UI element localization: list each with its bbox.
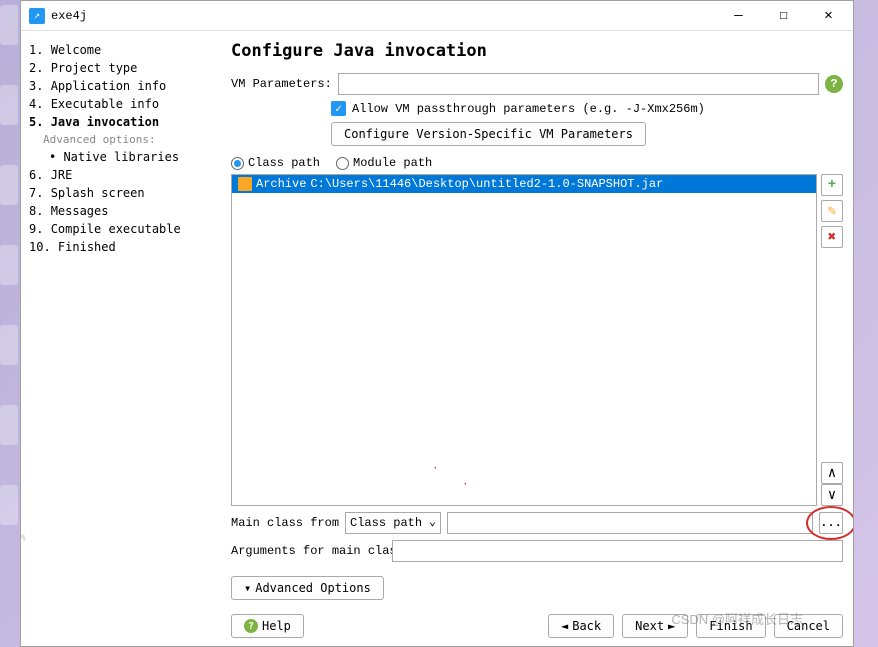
step-finished[interactable]: 10. Finished [29, 238, 213, 256]
classpath-entry[interactable]: Archive C:\Users\11446\Desktop\untitled2… [232, 175, 816, 193]
advanced-options-label: Advanced options: [29, 131, 213, 148]
finish-button[interactable]: Finish [696, 614, 765, 638]
passthrough-label[interactable]: Allow VM passthrough parameters (e.g. -J… [352, 102, 705, 116]
add-button[interactable]: + [821, 174, 843, 196]
desktop-icon [0, 405, 18, 445]
app-window: ↗ exe4j — ☐ ✕ 1. Welcome 2. Project type… [20, 0, 854, 647]
back-button[interactable]: ◄ Back [548, 614, 614, 638]
chevron-down-icon: ▾ [244, 581, 251, 595]
help-button[interactable]: ? Help [231, 614, 304, 638]
step-welcome[interactable]: 1. Welcome [29, 41, 213, 59]
arrow-right-icon: ► [668, 619, 675, 633]
vm-parameters-row: VM Parameters: ? [231, 73, 843, 95]
step-compile-executable[interactable]: 9. Compile executable [29, 220, 213, 238]
help-icon[interactable]: ? [825, 75, 843, 93]
main-class-input[interactable] [447, 512, 813, 534]
browse-main-class-button[interactable]: ... [819, 512, 843, 534]
annotation-mark: · [462, 479, 469, 491]
window-title: exe4j [51, 9, 716, 23]
help-icon: ? [244, 619, 258, 633]
main-panel: Configure Java invocation VM Parameters:… [221, 31, 853, 646]
step-messages[interactable]: 8. Messages [29, 202, 213, 220]
step-application-info[interactable]: 3. Application info [29, 77, 213, 95]
desktop-icon [0, 85, 18, 125]
annotation-mark: · [432, 463, 439, 475]
reorder-arrows: ∧ ∨ [821, 462, 843, 506]
edit-button[interactable]: ✎ [821, 200, 843, 222]
substep-native-libraries[interactable]: • Native libraries [29, 148, 213, 166]
radio-icon [336, 157, 349, 170]
archive-icon [238, 177, 252, 191]
body-area: 1. Welcome 2. Project type 3. Applicatio… [21, 31, 853, 646]
entry-type: Archive [256, 177, 306, 191]
radio-label: Module path [353, 156, 432, 170]
configure-version-specific-button[interactable]: Configure Version-Specific VM Parameters [331, 122, 646, 146]
classpath-area: Archive C:\Users\11446\Desktop\untitled2… [231, 174, 843, 506]
arguments-label: Arguments for main class: [231, 544, 386, 558]
arrow-left-icon: ◄ [561, 619, 568, 633]
window-controls: — ☐ ✕ [716, 2, 851, 30]
titlebar[interactable]: ↗ exe4j — ☐ ✕ [21, 1, 853, 31]
desktop-icon [0, 325, 18, 365]
brand-watermark: exe4j [21, 530, 27, 626]
radio-icon [231, 157, 244, 170]
wizard-footer: ? Help ◄ Back Next ► Finish Cancel [231, 608, 843, 638]
minimize-button[interactable]: — [716, 2, 761, 30]
vm-parameters-label: VM Parameters: [231, 77, 332, 91]
maximize-button[interactable]: ☐ [761, 2, 806, 30]
arguments-row: Arguments for main class: [231, 540, 843, 562]
advanced-options-row: ▾ Advanced Options [231, 576, 843, 600]
classpath-radio[interactable]: Class path [231, 156, 320, 170]
close-button[interactable]: ✕ [806, 2, 851, 30]
step-executable-info[interactable]: 4. Executable info [29, 95, 213, 113]
step-splash-screen[interactable]: 7. Splash screen [29, 184, 213, 202]
radio-label: Class path [248, 156, 320, 170]
advanced-options-button[interactable]: ▾ Advanced Options [231, 576, 384, 600]
step-project-type[interactable]: 2. Project type [29, 59, 213, 77]
main-class-label: Main class from [231, 516, 339, 530]
app-icon: ↗ [29, 8, 45, 24]
path-type-radios: Class path Module path [231, 156, 843, 170]
move-up-button[interactable]: ∧ [821, 462, 843, 484]
sidebar: 1. Welcome 2. Project type 3. Applicatio… [21, 31, 221, 646]
desktop-icon [0, 5, 18, 45]
next-button[interactable]: Next ► [622, 614, 688, 638]
desktop-icon [0, 165, 18, 205]
arguments-input[interactable] [392, 540, 843, 562]
step-jre[interactable]: 6. JRE [29, 166, 213, 184]
step-java-invocation[interactable]: 5. Java invocation [29, 113, 213, 131]
classpath-side-buttons: + ✎ ✖ ∧ ∨ [821, 174, 843, 506]
desktop-icon [0, 245, 18, 285]
passthrough-row: ✓ Allow VM passthrough parameters (e.g. … [231, 101, 843, 116]
classpath-list[interactable]: Archive C:\Users\11446\Desktop\untitled2… [231, 174, 817, 506]
passthrough-checkbox[interactable]: ✓ [331, 101, 346, 116]
move-down-button[interactable]: ∨ [821, 484, 843, 506]
main-class-from-select[interactable]: Class path [345, 512, 441, 534]
delete-button[interactable]: ✖ [821, 226, 843, 248]
desktop-icons-strip [0, 0, 20, 647]
modulepath-radio[interactable]: Module path [336, 156, 432, 170]
vm-parameters-input[interactable] [338, 73, 819, 95]
desktop-icon [0, 485, 18, 525]
main-class-row: Main class from Class path ... [231, 512, 843, 534]
entry-path: C:\Users\11446\Desktop\untitled2-1.0-SNA… [310, 177, 663, 191]
page-title: Configure Java invocation [231, 41, 843, 61]
cancel-button[interactable]: Cancel [774, 614, 843, 638]
config-version-row: Configure Version-Specific VM Parameters [231, 122, 843, 146]
